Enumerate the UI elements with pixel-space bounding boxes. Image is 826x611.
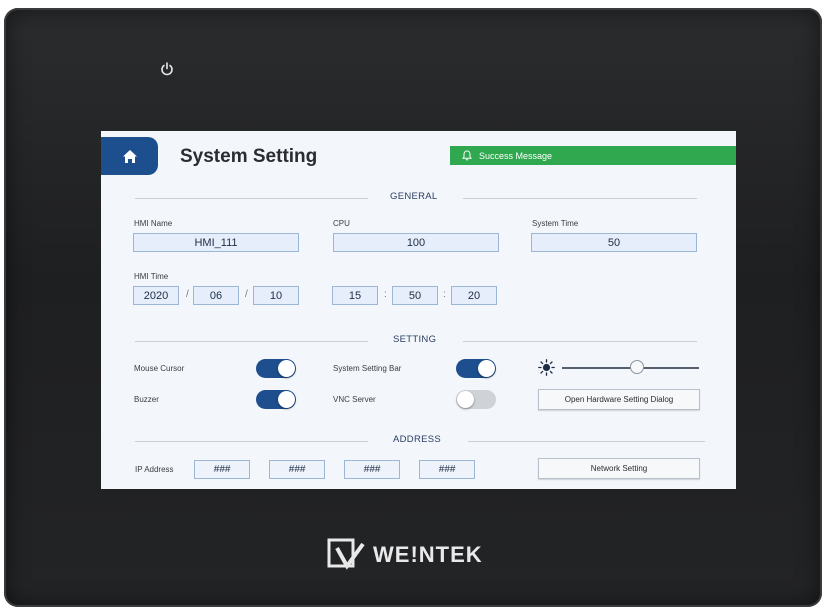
time-minute-field[interactable]: 50 xyxy=(392,286,438,305)
cpu-field[interactable]: 100 xyxy=(333,233,499,252)
hmi-name-label: HMI Name xyxy=(134,219,173,228)
success-message-banner: Success Message xyxy=(450,146,736,165)
address-section-title: ADDRESS xyxy=(393,434,442,445)
page-title: System Setting xyxy=(180,146,318,167)
ip-octet-3-field[interactable]: ### xyxy=(344,460,400,479)
sun-icon xyxy=(538,359,555,376)
date-separator: / xyxy=(245,289,248,300)
success-message-text: Success Message xyxy=(479,150,553,161)
home-button[interactable] xyxy=(101,137,158,175)
buzzer-toggle[interactable] xyxy=(256,390,296,409)
brightness-slider-thumb[interactable] xyxy=(630,360,645,374)
time-separator: : xyxy=(443,289,446,300)
home-icon xyxy=(122,149,137,163)
setting-section-header: SETTING xyxy=(135,334,705,348)
buzzer-label: Buzzer xyxy=(134,395,159,404)
date-day-field[interactable]: 10 xyxy=(253,286,299,305)
mouse-cursor-toggle[interactable] xyxy=(256,359,296,378)
system-setting-bar-toggle[interactable] xyxy=(456,359,496,378)
general-section-header: GENERAL xyxy=(135,191,705,205)
system-setting-bar-label: System Setting Bar xyxy=(333,364,402,373)
power-icon[interactable] xyxy=(160,62,174,76)
vnc-server-label: VNC Server xyxy=(333,395,376,404)
general-section-title: GENERAL xyxy=(390,191,438,202)
system-time-field[interactable]: 50 xyxy=(531,233,697,252)
date-year-field[interactable]: 2020 xyxy=(133,286,179,305)
hmi-screen: System Setting Success Message GENERAL H… xyxy=(101,131,736,489)
hmi-name-field[interactable]: HMI_111 xyxy=(133,233,299,252)
ip-octet-1-field[interactable]: ### xyxy=(194,460,250,479)
time-hour-field[interactable]: 15 xyxy=(332,286,378,305)
setting-section-title: SETTING xyxy=(393,334,437,345)
time-separator: : xyxy=(384,289,387,300)
ip-octet-4-field[interactable]: ### xyxy=(419,460,475,479)
brand-name: WE!NTEK xyxy=(373,542,483,567)
ip-octet-2-field[interactable]: ### xyxy=(269,460,325,479)
weintek-logo-icon xyxy=(327,538,365,570)
cpu-label: CPU xyxy=(333,219,350,228)
network-setting-button[interactable]: Network Setting xyxy=(538,458,700,479)
date-separator: / xyxy=(186,289,189,300)
vnc-server-toggle[interactable] xyxy=(456,390,496,409)
system-time-label: System Time xyxy=(532,219,579,228)
hmi-time-label: HMI Time xyxy=(134,272,169,281)
brand-logo: WE!NTEK xyxy=(327,538,483,572)
address-section-header: ADDRESS xyxy=(135,434,705,448)
mouse-cursor-label: Mouse Cursor xyxy=(134,364,185,373)
time-second-field[interactable]: 20 xyxy=(451,286,497,305)
date-month-field[interactable]: 06 xyxy=(193,286,239,305)
bell-icon xyxy=(462,150,472,161)
open-hardware-setting-dialog-button[interactable]: Open Hardware Setting Dialog xyxy=(538,389,700,410)
ip-address-label: IP Address xyxy=(135,465,174,474)
